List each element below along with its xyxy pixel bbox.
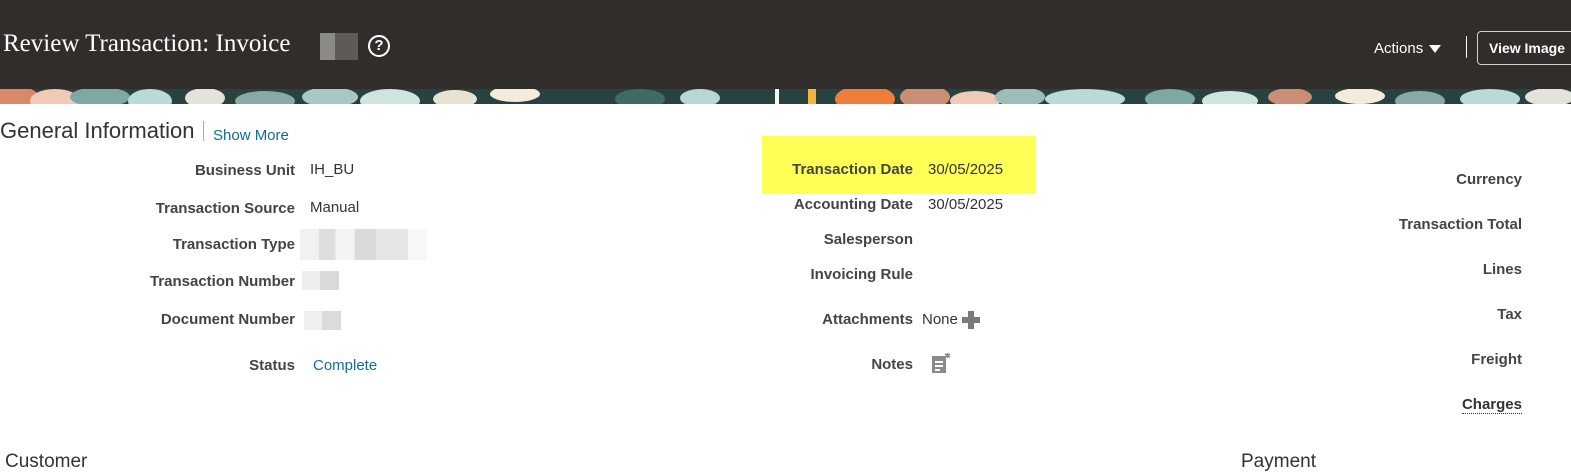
decorative-banner	[0, 89, 1571, 104]
accounting-date-value: 30/05/2025	[928, 196, 1004, 213]
caret-down-icon	[1429, 45, 1442, 54]
notes-icon[interactable]	[931, 353, 951, 374]
transaction-total-label: Transaction Total	[1398, 216, 1522, 233]
section-title-general-information: General Information	[0, 118, 195, 143]
section-separator	[203, 121, 204, 141]
freight-label: Freight	[1471, 351, 1522, 368]
charges-link[interactable]: Charges	[1461, 396, 1522, 414]
attachments-value: None	[922, 311, 958, 328]
add-attachment-icon[interactable]	[962, 311, 980, 329]
charges-label: Charges	[1461, 396, 1522, 414]
transaction-date-label: Transaction Date	[792, 161, 913, 178]
notes-label: Notes	[871, 356, 913, 373]
show-more-link[interactable]: Show More	[213, 127, 289, 144]
help-icon[interactable]: ?	[368, 35, 390, 57]
attachments-label: Attachments	[822, 311, 913, 328]
payment-section-title: Payment	[1241, 451, 1316, 472]
actions-label: Actions	[1374, 40, 1424, 57]
document-number-value-redacted	[304, 311, 341, 330]
business-unit-value: IH_BU	[310, 161, 355, 178]
document-number-label: Document Number	[160, 311, 295, 328]
invoicing-rule-label: Invoicing Rule	[810, 266, 913, 283]
actions-menu-button[interactable]: Actions	[1374, 40, 1442, 57]
redacted-invoice-number	[320, 33, 358, 60]
header-divider	[1466, 36, 1467, 58]
page-title: Review Transaction: Invoice	[3, 30, 291, 57]
view-image-button[interactable]: View Image	[1477, 31, 1571, 65]
transaction-type-label: Transaction Type	[172, 236, 295, 253]
accounting-date-label: Accounting Date	[793, 196, 913, 213]
lines-label: Lines	[1482, 261, 1522, 278]
salesperson-label: Salesperson	[823, 231, 913, 248]
page-header: Review Transaction: Invoice ? Actions Vi…	[0, 0, 1571, 89]
currency-label: Currency	[1456, 171, 1522, 188]
business-unit-label: Business Unit	[194, 162, 295, 179]
customer-section-title: Customer	[5, 451, 88, 472]
transaction-type-value-redacted	[300, 229, 427, 260]
transaction-source-label: Transaction Source	[155, 200, 295, 217]
transaction-number-label: Transaction Number	[149, 273, 295, 290]
transaction-date-value: 30/05/2025	[928, 161, 1004, 178]
status-label: Status	[249, 357, 295, 374]
transaction-number-value-redacted	[302, 271, 339, 290]
tax-label: Tax	[1497, 306, 1522, 323]
status-value-link[interactable]: Complete	[313, 357, 377, 374]
transaction-source-value: Manual	[310, 199, 360, 216]
